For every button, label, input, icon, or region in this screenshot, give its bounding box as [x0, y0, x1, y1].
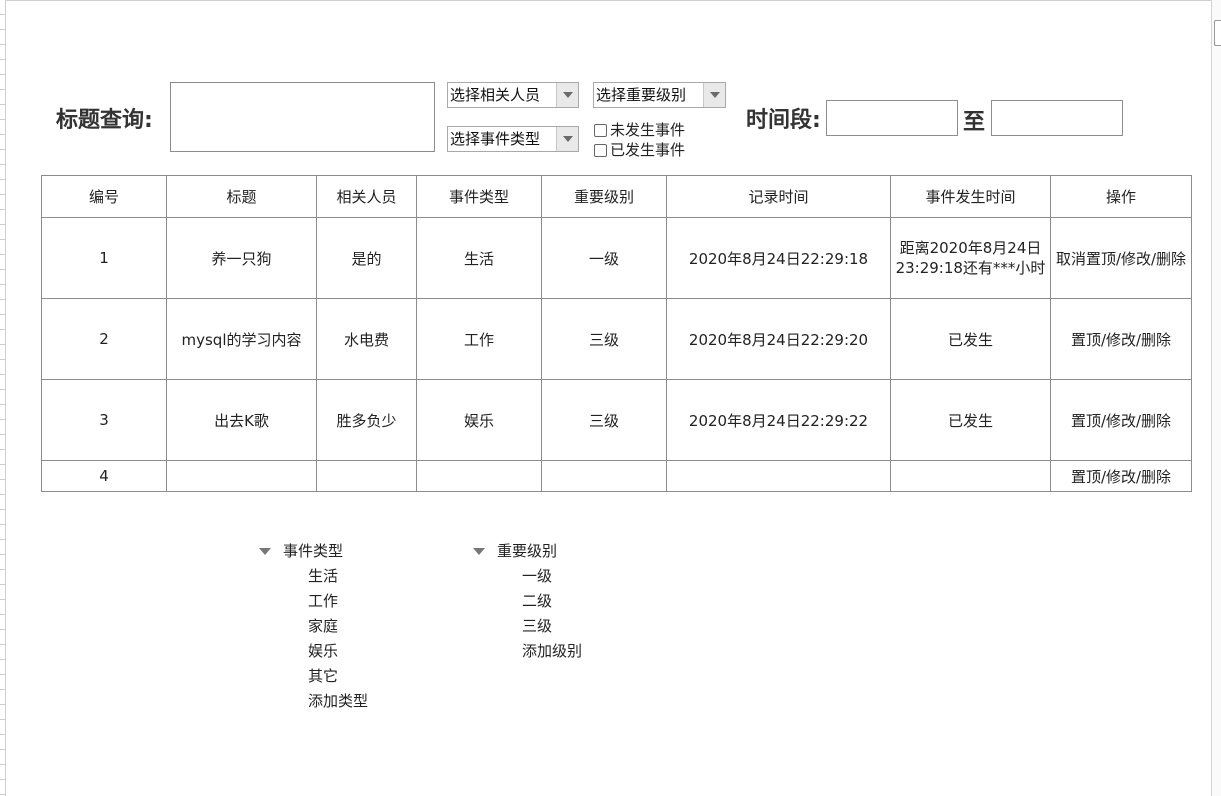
cell-action[interactable]: 置顶/修改/删除 — [1050, 379, 1192, 461]
cell-id: 4 — [41, 460, 167, 492]
list-item[interactable]: 生活 — [259, 564, 368, 589]
cell-action[interactable]: 取消置顶/修改/删除 — [1050, 217, 1192, 299]
title-search-label: 标题查询: — [56, 108, 153, 133]
cell-type: 生活 — [416, 217, 542, 299]
cell-event-time — [890, 460, 1051, 492]
cell-record-time: 2020年8月24日22:29:18 — [666, 217, 891, 299]
cell-event-time: 已发生 — [890, 298, 1051, 380]
cell-level: 一级 — [541, 217, 667, 299]
person-select-value: 选择相关人员 — [450, 86, 541, 104]
type-select-value: 选择事件类型 — [450, 130, 541, 148]
event-type-tree-label: 事件类型 — [283, 542, 344, 560]
level-tree-label: 重要级别 — [497, 542, 558, 560]
cell-title — [166, 460, 317, 492]
cell-id: 2 — [41, 298, 167, 380]
list-item[interactable]: 工作 — [259, 589, 368, 614]
header-record-time: 记录时间 — [666, 175, 891, 218]
list-item[interactable]: 娱乐 — [259, 639, 368, 664]
table-header-row: 编号 标题 相关人员 事件类型 重要级别 记录时间 事件发生时间 操作 — [41, 175, 1192, 218]
time-end-input[interactable] — [991, 100, 1123, 136]
cell-record-time: 2020年8月24日22:29:20 — [666, 298, 891, 380]
time-start-input[interactable] — [826, 100, 958, 136]
header-action: 操作 — [1050, 175, 1192, 218]
chevron-down-icon — [703, 83, 725, 107]
header-event-time: 事件发生时间 — [890, 175, 1051, 218]
cell-event-time: 已发生 — [890, 379, 1051, 461]
level-select[interactable]: 选择重要级别 — [593, 82, 726, 108]
table-row: 4 置顶/修改/删除 — [41, 460, 1192, 492]
title-search-input[interactable] — [170, 82, 435, 152]
event-type-tree: 事件类型 生活 工作 家庭 娱乐 其它 添加类型 — [259, 539, 368, 714]
chevron-down-icon — [556, 83, 578, 107]
header-type: 事件类型 — [416, 175, 542, 218]
level-select-value: 选择重要级别 — [596, 86, 687, 104]
caret-down-icon[interactable] — [473, 548, 485, 555]
type-select[interactable]: 选择事件类型 — [447, 126, 579, 152]
header-level: 重要级别 — [541, 175, 667, 218]
table-row: 3 出去K歌 胜多负少 娱乐 三级 2020年8月24日22:29:22 已发生… — [41, 379, 1192, 461]
cell-type: 工作 — [416, 298, 542, 380]
header-title: 标题 — [166, 175, 317, 218]
table-row: 1 养一只狗 是的 生活 一级 2020年8月24日22:29:18 距离202… — [41, 217, 1192, 299]
cell-action[interactable]: 置顶/修改/删除 — [1050, 298, 1192, 380]
cell-type — [416, 460, 542, 492]
cell-person — [316, 460, 417, 492]
events-table: 编号 标题 相关人员 事件类型 重要级别 记录时间 事件发生时间 操作 1 养一… — [41, 175, 1192, 492]
vertical-scrollbar[interactable] — [1211, 0, 1221, 796]
chevron-down-icon — [556, 127, 578, 151]
add-level-item[interactable]: 添加级别 — [473, 639, 582, 664]
checkbox-not-happened[interactable]: 未发生事件 — [594, 120, 685, 140]
cell-record-time — [666, 460, 891, 492]
cell-title: mysql的学习内容 — [166, 298, 317, 380]
list-item[interactable]: 二级 — [473, 589, 582, 614]
cell-person: 是的 — [316, 217, 417, 299]
checkbox-box[interactable] — [594, 144, 607, 157]
list-item[interactable]: 家庭 — [259, 614, 368, 639]
table-row: 2 mysql的学习内容 水电费 工作 三级 2020年8月24日22:29:2… — [41, 298, 1192, 380]
cell-level — [541, 460, 667, 492]
cell-record-time: 2020年8月24日22:29:22 — [666, 379, 891, 461]
list-item[interactable]: 一级 — [473, 564, 582, 589]
cell-person: 胜多负少 — [316, 379, 417, 461]
cell-event-time: 距离2020年8月24日23:29:18还有***小时 — [890, 217, 1051, 299]
checkbox-happened[interactable]: 已发生事件 — [594, 140, 685, 160]
cell-level: 三级 — [541, 298, 667, 380]
list-item[interactable]: 三级 — [473, 614, 582, 639]
time-to-label: 至 — [963, 110, 986, 135]
event-type-tree-header[interactable]: 事件类型 — [259, 539, 368, 564]
checkbox-happened-label: 已发生事件 — [610, 141, 686, 159]
cell-id: 1 — [41, 217, 167, 299]
cell-title: 养一只狗 — [166, 217, 317, 299]
level-tree-header[interactable]: 重要级别 — [473, 539, 582, 564]
cell-person: 水电费 — [316, 298, 417, 380]
time-range-label: 时间段: — [746, 108, 821, 133]
scrollbar-thumb[interactable] — [1214, 20, 1221, 46]
checkbox-not-happened-label: 未发生事件 — [610, 121, 686, 139]
cell-action[interactable]: 置顶/修改/删除 — [1050, 460, 1192, 492]
cell-id: 3 — [41, 379, 167, 461]
left-ruler — [0, 0, 6, 796]
cell-title: 出去K歌 — [166, 379, 317, 461]
list-item[interactable]: 其它 — [259, 664, 368, 689]
cell-type: 娱乐 — [416, 379, 542, 461]
level-tree: 重要级别 一级 二级 三级 添加级别 — [473, 539, 582, 664]
person-select[interactable]: 选择相关人员 — [447, 82, 579, 108]
header-person: 相关人员 — [316, 175, 417, 218]
add-type-item[interactable]: 添加类型 — [259, 689, 368, 714]
checkbox-box[interactable] — [594, 124, 607, 137]
header-id: 编号 — [41, 175, 167, 218]
cell-level: 三级 — [541, 379, 667, 461]
caret-down-icon[interactable] — [259, 548, 271, 555]
